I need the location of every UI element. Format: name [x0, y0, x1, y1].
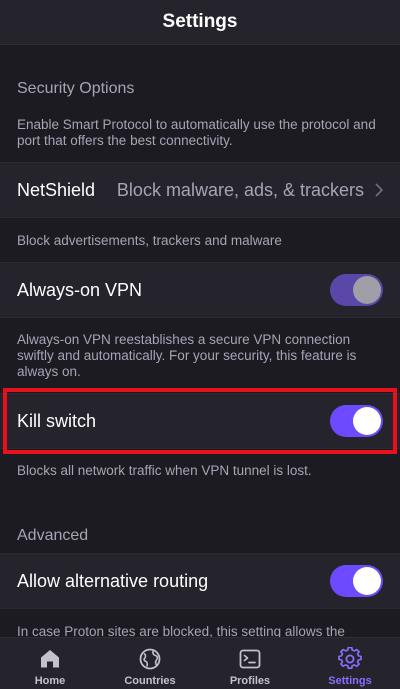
netshield-row[interactable]: NetShield Block malware, ads, & trackers	[0, 162, 400, 218]
tab-profiles[interactable]: Profiles	[200, 638, 300, 689]
alternative-routing-label: Allow alternative routing	[17, 570, 209, 591]
always-on-vpn-row: Always-on VPN	[0, 262, 400, 318]
kill-switch-description: Blocks all network traffic when VPN tunn…	[17, 463, 312, 478]
section-title-security: Security Options	[17, 80, 135, 97]
tab-label: Countries	[124, 675, 176, 687]
home-icon	[41, 650, 59, 668]
toggle-knob	[353, 567, 381, 595]
always-on-vpn-toggle[interactable]	[330, 274, 383, 306]
tab-countries[interactable]: Countries	[100, 638, 200, 689]
settings-screen: Settings Security Options Enable Smart P…	[0, 0, 400, 689]
always-on-vpn-label: Always-on VPN	[17, 279, 143, 300]
alternative-routing-row: Allow alternative routing	[0, 553, 400, 609]
tab-label: Settings	[328, 675, 372, 687]
kill-switch-row: Kill switch	[0, 393, 400, 449]
tab-settings[interactable]: Settings	[300, 638, 400, 689]
always-on-vpn-description: Always-on VPN reestablishes a secure VPN…	[17, 332, 357, 379]
header: Settings	[0, 0, 400, 45]
kill-switch-toggle[interactable]	[330, 405, 383, 437]
kill-switch-label: Kill switch	[17, 410, 97, 431]
tab-bar: Home Countries Profiles Settings	[0, 637, 400, 689]
tab-label: Home	[34, 675, 66, 687]
chevron-right-icon	[374, 183, 384, 197]
smart-protocol-description: Enable Smart Protocol to automatically u…	[17, 117, 376, 148]
globe-icon	[139, 648, 161, 670]
section-title-advanced: Advanced	[17, 527, 89, 544]
netshield-label: NetShield	[17, 179, 96, 200]
netshield-description: Block advertisements, trackers and malwa…	[17, 233, 282, 248]
terminal-icon	[239, 649, 261, 669]
alternative-routing-toggle[interactable]	[330, 565, 383, 597]
toggle-knob	[353, 407, 381, 435]
gear-icon	[338, 647, 362, 669]
netshield-value: Block malware, ads, & trackers	[116, 179, 364, 200]
tab-home[interactable]: Home	[0, 638, 100, 689]
toggle-knob	[353, 276, 381, 304]
tab-label: Profiles	[229, 675, 271, 687]
page-title: Settings	[162, 11, 238, 32]
